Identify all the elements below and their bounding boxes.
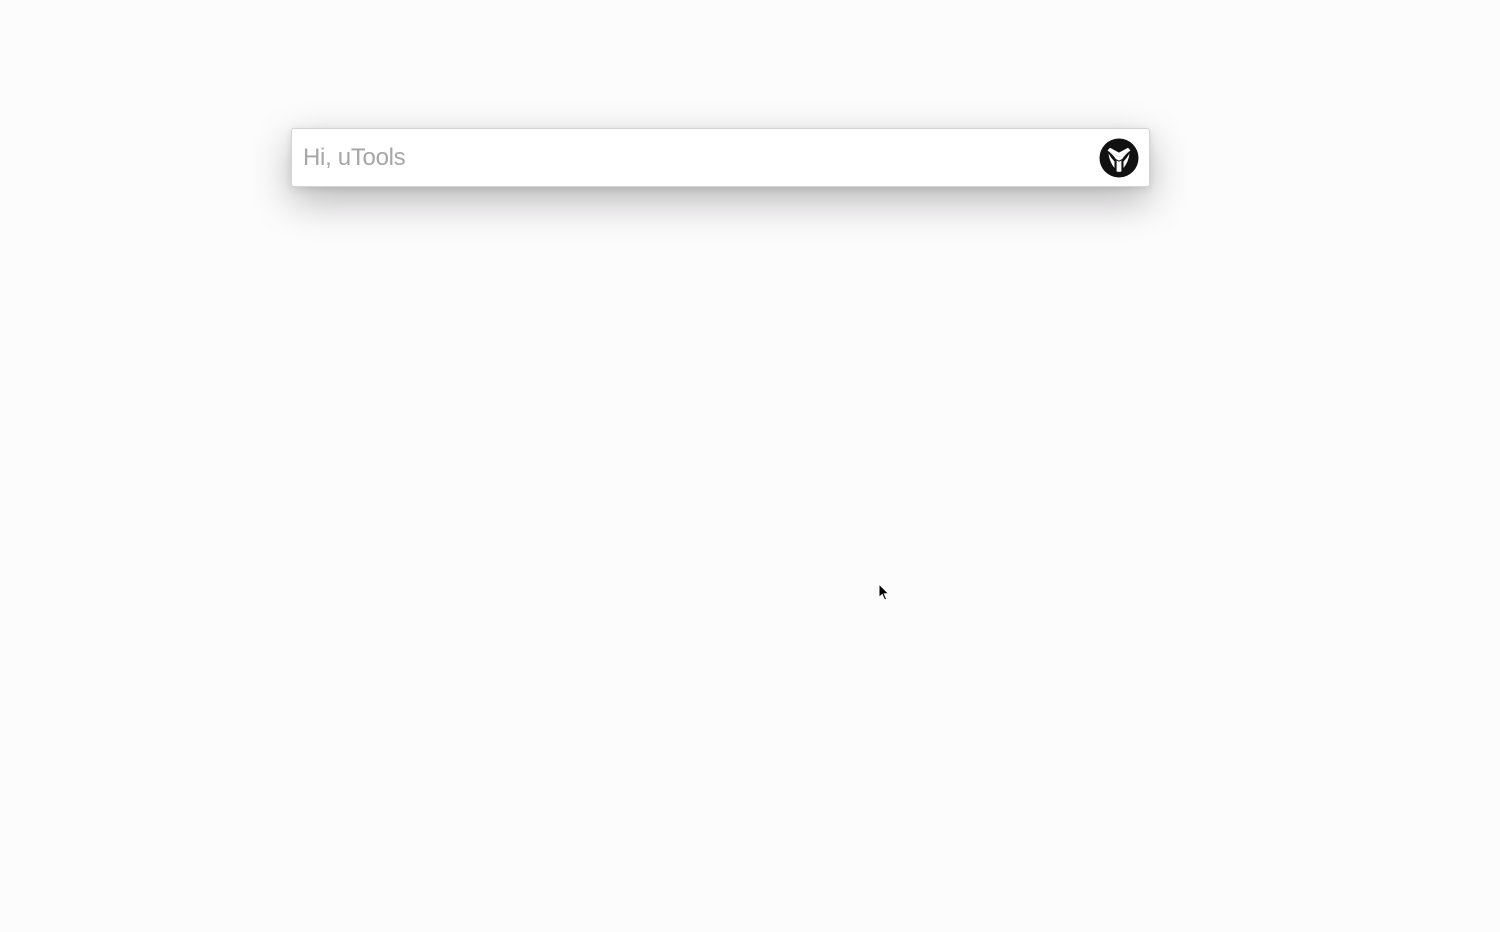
utools-logo-button[interactable] xyxy=(1099,138,1139,178)
search-input[interactable] xyxy=(292,129,1099,186)
mouse-pointer-icon xyxy=(878,583,890,601)
utools-logo-icon xyxy=(1099,138,1139,177)
desktop xyxy=(0,0,1500,932)
search-bar xyxy=(291,128,1150,187)
